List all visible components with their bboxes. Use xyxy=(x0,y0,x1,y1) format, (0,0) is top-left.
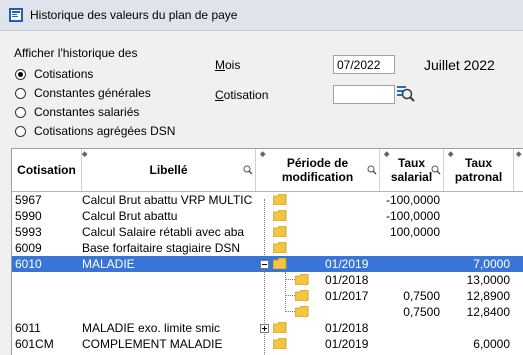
cell-libelle: Base forfaitaire stagiaire DSN xyxy=(82,241,241,255)
cell-taux-salarial: 0,7500 xyxy=(403,289,440,303)
expand-icon[interactable] xyxy=(260,324,269,333)
history-heading: Afficher l'historique des xyxy=(14,46,138,60)
cell-periode: 01/2019 xyxy=(325,337,369,351)
radio-constantes-generales[interactable]: Constantes générales xyxy=(15,85,151,101)
column-search-icon[interactable] xyxy=(431,165,441,175)
title-bar: Historique des valeurs du plan de paye xyxy=(0,0,523,31)
cotisation-input[interactable] xyxy=(333,85,395,104)
header-extra: ◆ xyxy=(514,149,523,191)
radio-constantes-salaries[interactable]: Constantes salariés xyxy=(15,104,139,120)
folder-icon xyxy=(273,226,287,237)
table-row[interactable]: 6009 Base forfaitaire stagiaire DSN xyxy=(12,240,523,256)
cell-code: 6010 xyxy=(15,257,42,271)
table-row[interactable]: 5967 Calcul Brut abattu VRP MULTIC -100,… xyxy=(12,192,523,208)
folder-icon xyxy=(273,322,287,333)
cell-taux-patronal: 12,8400 xyxy=(466,305,510,319)
cell-periode: 01/2018 xyxy=(325,273,369,287)
folder-icon xyxy=(273,258,287,269)
radio-cotisations-agregees-dsn[interactable]: Cotisations agrégées DSN xyxy=(15,123,175,139)
folder-icon xyxy=(273,194,287,205)
folder-icon xyxy=(295,290,309,301)
cell-libelle: Calcul Brut abattu VRP MULTIC xyxy=(82,193,253,207)
column-search-icon[interactable] xyxy=(367,165,377,175)
cell-taux-salarial: -100,0000 xyxy=(385,193,440,207)
month-display: Juillet 2022 xyxy=(424,57,495,73)
radio-button[interactable] xyxy=(15,106,26,118)
folder-icon xyxy=(295,306,309,317)
sort-icon: ◆ xyxy=(448,151,454,158)
cell-libelle: MALADIE xyxy=(82,257,135,271)
history-table[interactable]: ◆ Cotisation Libellé ◆ Période de modific… xyxy=(11,148,523,355)
header-taux-salarial[interactable]: ◆ Taux salarial xyxy=(380,149,444,191)
cell-taux-patronal: 13,0000 xyxy=(466,273,510,287)
folder-icon xyxy=(295,274,309,285)
cell-libelle: COMPLEMENT MALADIE xyxy=(82,337,223,351)
cell-code: 6009 xyxy=(15,241,42,255)
header-periode[interactable]: ◆ Période de modification xyxy=(256,149,380,191)
cell-code: 5967 xyxy=(15,193,42,207)
cell-periode: 01/2017 xyxy=(325,289,369,303)
cell-libelle: Calcul Brut abattu xyxy=(82,209,178,223)
table-header: ◆ Cotisation Libellé ◆ Période de modific… xyxy=(12,149,523,192)
sort-icon: ◆ xyxy=(516,151,522,158)
cell-periode: 01/2018 xyxy=(325,321,369,335)
window-title: Historique des valeurs du plan de paye xyxy=(30,8,238,22)
table-row[interactable]: 5993 Calcul Salaire rétabli avec aba 100… xyxy=(12,224,523,240)
radio-button[interactable] xyxy=(15,125,26,137)
cell-code: 5993 xyxy=(15,225,42,239)
cell-libelle: MALADIE exo. limite smic xyxy=(82,321,221,335)
radio-button[interactable] xyxy=(15,87,26,99)
radio-label: Constantes salariés xyxy=(34,105,140,119)
radio-label: Cotisations xyxy=(34,67,94,81)
table-row[interactable]: 601CM COMPLEMENT MALADIE 01/2019 6,0000 xyxy=(12,336,523,352)
cell-libelle: Calcul Salaire rétabli avec aba xyxy=(82,225,245,239)
radio-label: Constantes générales xyxy=(34,86,151,100)
radio-cotisations[interactable]: Cotisations xyxy=(15,66,93,82)
table-row[interactable]: 6011 MALADIE exo. limite smic 01/2018 xyxy=(12,320,523,336)
sort-icon: ◆ xyxy=(384,151,390,158)
table-row[interactable]: 01/2018 13,0000 xyxy=(12,272,523,288)
cell-taux-salarial: 100,0000 xyxy=(389,225,440,239)
table-row-selected[interactable]: 6010 MALADIE 01/2019 7,0000 xyxy=(12,256,523,272)
header-taux-patronal[interactable]: ◆ Taux patronal xyxy=(444,149,514,191)
month-label: Mois xyxy=(215,58,241,72)
folder-icon xyxy=(273,242,287,253)
radio-button[interactable] xyxy=(15,68,26,80)
table-row[interactable]: 01/2017 0,7500 12,8900 xyxy=(12,288,523,304)
header-cotisation[interactable]: ◆ Cotisation xyxy=(12,149,87,191)
month-input[interactable] xyxy=(333,55,395,74)
cell-periode: 01/2019 xyxy=(325,257,369,271)
cotisation-label: Cotisation xyxy=(215,88,269,102)
cell-taux-patronal: 12,8900 xyxy=(466,289,510,303)
column-search-icon[interactable] xyxy=(243,165,253,175)
cell-code: 5990 xyxy=(15,209,42,223)
folder-icon xyxy=(273,338,287,349)
folder-icon xyxy=(273,210,287,221)
cell-taux-patronal: 6,0000 xyxy=(473,337,510,351)
cell-code: 6011 xyxy=(15,321,41,335)
cell-taux-patronal: 7,0000 xyxy=(473,257,510,271)
app-icon xyxy=(9,8,23,22)
radio-label: Cotisations agrégées DSN xyxy=(34,124,176,138)
header-libelle[interactable]: Libellé xyxy=(82,149,256,191)
cell-taux-salarial: 0,7500 xyxy=(403,305,440,319)
sort-icon: ◆ xyxy=(260,151,266,158)
collapse-icon[interactable] xyxy=(260,260,269,269)
search-icon[interactable] xyxy=(396,85,415,103)
table-row[interactable]: 0,7500 12,8400 xyxy=(12,304,523,320)
cell-code: 601CM xyxy=(15,337,54,351)
cell-taux-salarial: -100,0000 xyxy=(385,209,440,223)
table-row[interactable]: 5990 Calcul Brut abattu -100,0000 xyxy=(12,208,523,224)
